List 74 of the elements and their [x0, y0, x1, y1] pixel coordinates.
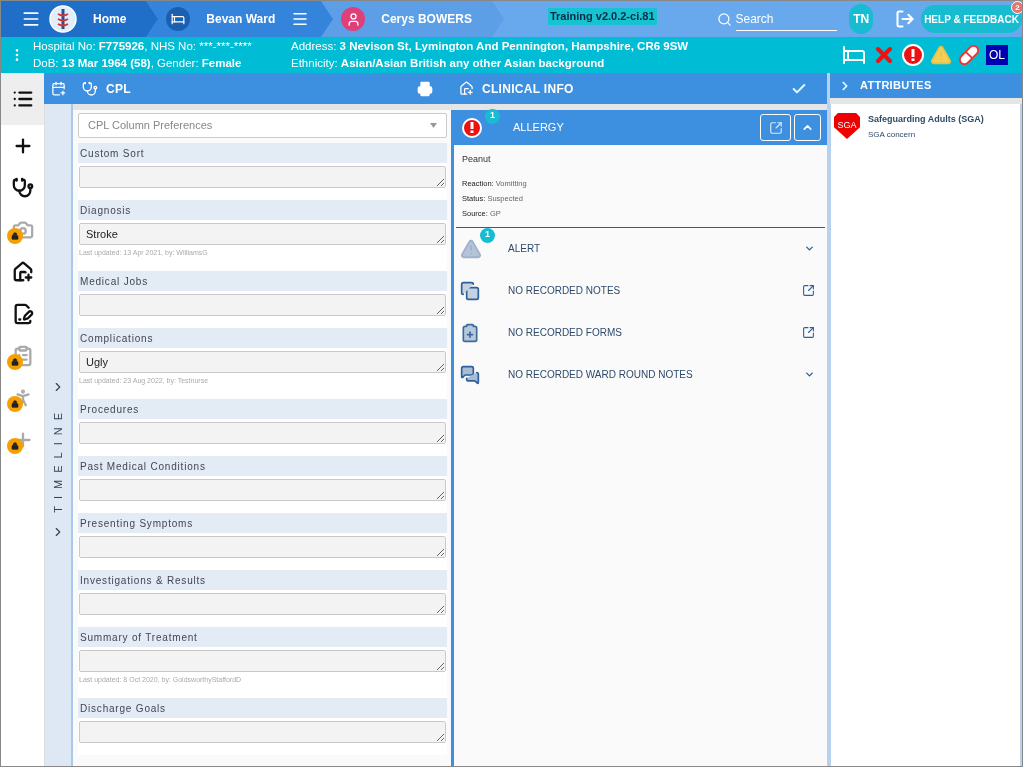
stethoscope-icon: [11, 177, 34, 199]
print-icon[interactable]: [417, 80, 433, 97]
lock-icon: [7, 228, 23, 244]
panel-title: ATTRIBUTES: [860, 78, 932, 94]
section-label: Custom Sort: [80, 146, 145, 161]
house-plus-icon: [11, 261, 34, 283]
stethoscope-icon: [82, 80, 98, 97]
chat-icon: [460, 364, 480, 385]
panel-title: CLINICAL INFO: [482, 80, 574, 98]
section-label: Procedures: [80, 402, 140, 417]
bed-icon: [166, 7, 191, 31]
chevron-down-icon[interactable]: [804, 369, 815, 380]
timeline-label[interactable]: TIMELINE: [49, 406, 67, 513]
patient-detail: DoB: 13 Mar 1964 (58), Gender: Female: [33, 56, 243, 71]
lock-icon: [7, 438, 23, 454]
attribute-title: Safeguarding Adults (SGA): [868, 113, 984, 126]
clinical-section[interactable]: NO RECORDED NOTES: [454, 269, 827, 312]
section-label: Medical Jobs: [80, 274, 148, 289]
chevron-down-icon[interactable]: [804, 243, 815, 254]
section-label: Presenting Symptoms: [80, 516, 194, 531]
notification-badge: 2: [1011, 1, 1022, 14]
person-icon: [341, 7, 366, 31]
clinical-section[interactable]: NO RECORDED FORMS: [454, 311, 827, 354]
dropdown-arrow-icon: [430, 123, 437, 128]
patient-detail: Hospital No: F775926, NHS No: ***-***-****: [33, 39, 253, 54]
lock-icon: [7, 396, 23, 412]
section-label: Discharge Goals: [80, 701, 166, 716]
flag-badge: OL: [986, 45, 1008, 65]
patient-detail: Ethnicity: Asian/Asian British any other Asian background: [291, 56, 606, 71]
lock-icon: [7, 354, 23, 370]
bed-icon: [842, 43, 866, 67]
camera-icon: [11, 219, 34, 241]
patient-detail: Address: 3 Nevison St, Lymington And Pennington, Hampshire, CR6 9SW: [291, 39, 689, 54]
logo-icon: [49, 5, 77, 33]
text-area[interactable]: Ugly: [79, 351, 446, 373]
calendar-plus-icon[interactable]: [51, 81, 66, 96]
section-title: ALERT: [508, 242, 541, 256]
notes-icon: [460, 280, 480, 301]
text-area[interactable]: Stroke: [79, 223, 446, 245]
warning-icon: [930, 44, 952, 66]
attribute-subtitle: SGA concern: [868, 128, 917, 141]
open-icon[interactable]: [802, 326, 815, 339]
section-label: Diagnosis: [80, 203, 132, 218]
preferences-dropdown[interactable]: CPL Column Preferences: [78, 113, 447, 138]
open-icon[interactable]: [802, 284, 815, 297]
pill-icon: [958, 44, 980, 66]
warning-icon: [460, 237, 482, 260]
shield-badge: SGA: [834, 113, 860, 139]
clipboard-plus-icon: [460, 322, 480, 343]
menu-icon[interactable]: [21, 9, 41, 29]
section-label: Past Medical Conditions: [80, 459, 206, 474]
list-icon: [11, 88, 34, 110]
house-icon: [459, 81, 474, 96]
breadcrumb-link[interactable]: Home: [85, 10, 135, 28]
panel-title: CPL: [106, 80, 131, 98]
search-icon: [716, 11, 732, 27]
logout-icon[interactable]: [895, 9, 916, 29]
section-label: Complications: [80, 331, 154, 346]
clinical-section[interactable]: NO RECORDED WARD ROUND NOTES: [454, 353, 827, 396]
collapse-button[interactable]: [794, 114, 821, 141]
environment-badge: Training v2.0.2-ci.81: [547, 8, 657, 25]
clinical-section[interactable]: 1 ALERT: [454, 227, 827, 270]
menu-icon[interactable]: [291, 10, 310, 28]
section-title: NO RECORDED NOTES: [508, 284, 621, 298]
allergy-name: Peanut: [462, 153, 492, 166]
open-icon: [768, 120, 783, 135]
section-label: Summary of Treatment: [80, 630, 198, 645]
section-label: Investigations & Results: [80, 573, 206, 588]
open-button[interactable]: [760, 114, 791, 141]
section-title: NO RECORDED WARD ROUND NOTES: [508, 368, 693, 382]
section-title: NO RECORDED FORMS: [508, 326, 622, 340]
search-field[interactable]: Search: [735, 7, 838, 31]
sidebar-item[interactable]: [1, 73, 44, 125]
section-title: ALLERGY: [513, 120, 564, 136]
